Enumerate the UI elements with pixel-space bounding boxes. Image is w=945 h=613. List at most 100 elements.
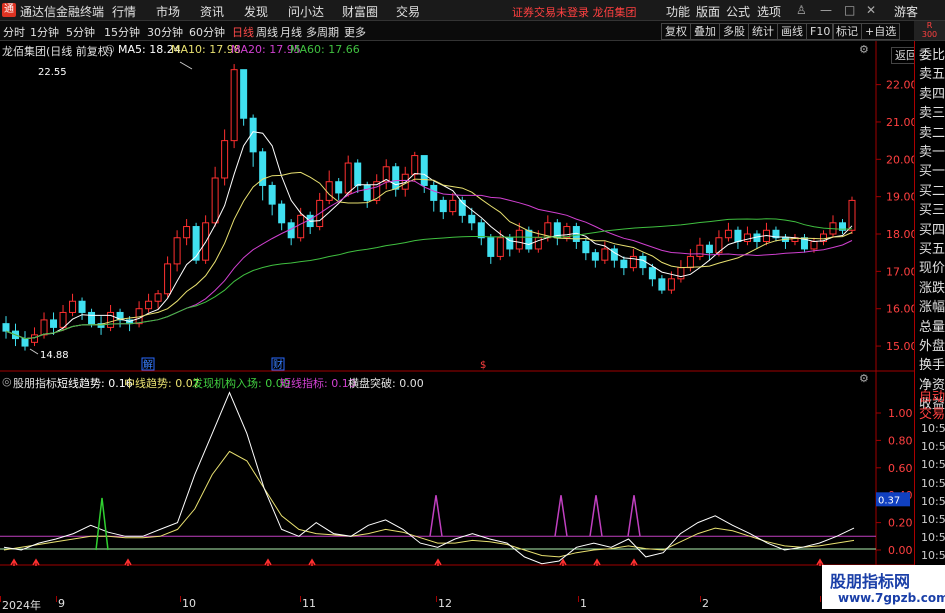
candle-body — [154, 293, 162, 302]
settings-gear-icon[interactable]: ⚙ — [859, 43, 869, 56]
menu-wenxiaoda[interactable]: 问小达 — [288, 3, 324, 20]
candle-body — [40, 319, 48, 336]
mark-button[interactable]: 标记 — [832, 23, 862, 40]
candle-body — [734, 229, 742, 242]
stats-button[interactable]: 统计 — [748, 23, 778, 40]
period-fenshi[interactable]: 分时 — [3, 24, 25, 40]
candle-body — [192, 226, 200, 261]
vsel-tab[interactable]: R 300 — [914, 21, 945, 40]
quote-label: 现价 — [919, 261, 945, 277]
tick-time: 10:56 — [921, 422, 945, 435]
quote-label: 涨跌 — [919, 280, 945, 296]
quote-label: 卖一 — [919, 145, 945, 160]
period-1min[interactable]: 1分钟 — [30, 24, 59, 40]
menu-hangqing[interactable]: 行情 — [112, 3, 136, 20]
price-tick-label: 16.00 — [886, 303, 914, 316]
candle-body — [667, 278, 675, 291]
quote-label: 买三 — [919, 203, 945, 219]
period-30min[interactable]: 30分钟 — [147, 24, 183, 40]
candle-body — [420, 155, 428, 186]
period-daily[interactable]: 日线 — [232, 24, 254, 40]
indicator-settings-icon[interactable]: ⚙ — [859, 372, 869, 385]
candle-body — [515, 229, 523, 250]
menu-xuanxiang[interactable]: 选项 — [757, 3, 781, 20]
candle-body — [401, 173, 409, 190]
candle-body — [601, 248, 609, 261]
indicator-name: 股朋指标 — [13, 377, 57, 390]
auto-trade-label[interactable]: 交易 — [919, 403, 945, 422]
stock-name: 龙佰集团(日线 前复权) — [2, 45, 114, 58]
price-tick-label: 21.00 — [886, 116, 914, 129]
high-label: 22.55 — [38, 67, 67, 78]
minimize-icon[interactable]: — — [820, 3, 832, 17]
menu-faxian[interactable]: 发现 — [244, 3, 268, 20]
candle-body — [743, 233, 751, 242]
period-weekly[interactable]: 周线 — [256, 24, 278, 40]
candle-body — [278, 203, 286, 224]
menu-gongshi[interactable]: 公式 — [726, 3, 750, 20]
period-more[interactable]: 更多 — [344, 24, 366, 40]
legend-toggle-icon[interactable]: ◎ — [105, 42, 115, 55]
date-tick-label: 9 — [58, 597, 65, 610]
period-60min[interactable]: 60分钟 — [189, 24, 225, 40]
short-trend-legend: 短线趋势: 0.16 — [57, 377, 133, 390]
candle-body — [2, 323, 10, 332]
date-axis — [0, 596, 914, 609]
overlay-button[interactable]: 叠加 — [690, 23, 720, 40]
login-notice[interactable]: 证券交易未登录 龙佰集团 — [512, 4, 637, 20]
candle-body — [31, 334, 39, 343]
quote-label: 买四 — [919, 222, 945, 238]
candle-body — [430, 184, 438, 201]
price-tick-label: 17.00 — [886, 265, 914, 278]
quote-label: 买一 — [919, 164, 945, 180]
add-favorite-button[interactable]: +自选 — [861, 23, 901, 40]
candle-body — [696, 244, 704, 257]
period-monthly[interactable]: 月线 — [280, 24, 302, 40]
ind-tick-label: 1.00 — [888, 407, 913, 420]
f10-button[interactable]: F10 — [806, 23, 835, 40]
candle-body — [173, 237, 181, 265]
period-15min[interactable]: 15分钟 — [104, 24, 140, 40]
price-tick-label: 15.00 — [886, 340, 914, 353]
menu-banmian[interactable]: 版面 — [696, 3, 720, 20]
multi-stock-button[interactable]: 多股 — [719, 23, 749, 40]
ind-tick-label: 0.00 — [888, 544, 913, 557]
guest-label[interactable]: 游客 — [894, 3, 918, 20]
menu-jiaoyi[interactable]: 交易 — [396, 3, 420, 20]
period-5min[interactable]: 5分钟 — [66, 24, 95, 40]
date-tick — [180, 596, 181, 602]
tick-time: 10:57 — [921, 531, 945, 545]
candle-body — [240, 69, 248, 119]
candle-body — [354, 162, 362, 186]
menu-caifuquan[interactable]: 财富圈 — [342, 3, 378, 20]
fuquan-button[interactable]: 复权 — [661, 23, 691, 40]
menu-shichang[interactable]: 市场 — [156, 3, 180, 20]
quote-label: 卖三 — [919, 106, 945, 122]
quote-label: 买五 — [919, 242, 945, 257]
user-icon[interactable]: ♙ — [796, 3, 807, 17]
menu-gongneng[interactable]: 功能 — [666, 3, 690, 20]
event-mark-dollar[interactable]: $ — [480, 360, 486, 371]
candle-body — [363, 184, 371, 201]
candle-body — [496, 237, 504, 257]
kline-chart[interactable]: 22.00 21.00 20.00 19.00 18.00 17.00 16.00 15.00… — [0, 41, 914, 566]
indicator-toggle-icon[interactable]: ◎ — [2, 375, 12, 388]
mid-trend-legend: 中线趋势: 0.07 — [124, 377, 200, 390]
mid-trend-line — [3, 450, 855, 558]
candle-body — [88, 311, 96, 325]
price-tick-label: 22.00 — [886, 79, 914, 92]
period-multi[interactable]: 多周期 — [306, 24, 339, 40]
date-tick-label: 12 — [438, 597, 452, 610]
date-tick-label: 2024年 — [2, 599, 41, 612]
price-tick-label: 19.00 — [886, 191, 914, 204]
candle-body — [677, 267, 685, 280]
date-tick-label: 2 — [702, 597, 709, 610]
quote-label: 卖四 — [919, 86, 945, 102]
event-mark-cai[interactable]: 财 — [273, 358, 283, 371]
event-mark-jie[interactable]: 解 — [143, 358, 153, 371]
close-icon[interactable]: ✕ — [866, 3, 876, 17]
draw-line-button[interactable]: 画线 — [777, 23, 807, 40]
date-tick — [700, 596, 701, 602]
maximize-icon[interactable]: □ — [844, 3, 855, 17]
menu-zixun[interactable]: 资讯 — [200, 3, 224, 20]
